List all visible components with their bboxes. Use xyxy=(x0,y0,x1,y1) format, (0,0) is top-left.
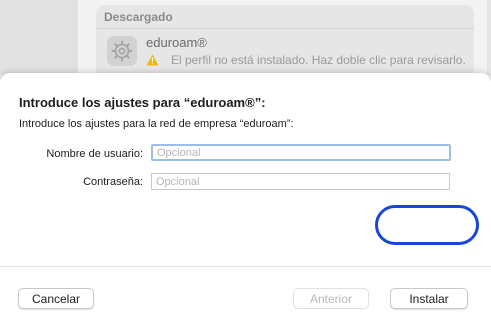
gear-icon[interactable] xyxy=(107,36,137,66)
install-highlight-ring xyxy=(375,205,479,245)
username-field[interactable] xyxy=(151,144,451,161)
sheet-title: Introduce los ajustes para “eduroam®”: xyxy=(19,95,266,110)
scrollbar-track xyxy=(487,0,491,75)
username-label: Nombre de usuario: xyxy=(46,148,143,160)
sidebar-background xyxy=(0,0,78,75)
warning-triangle-icon xyxy=(146,54,159,66)
profile-status: El perfil no está instalado. Haz doble c… xyxy=(171,53,466,67)
profile-name[interactable]: eduroam® xyxy=(146,35,207,50)
footer-separator xyxy=(0,266,491,267)
divider xyxy=(96,28,474,29)
section-title: Descargado xyxy=(104,10,173,24)
sheet-description: Introduce los ajustes para la red de emp… xyxy=(19,118,294,130)
settings-sheet: Introduce los ajustes para “eduroam®”: I… xyxy=(0,73,491,327)
install-button[interactable]: Instalar xyxy=(390,288,468,309)
password-label: Contraseña: xyxy=(83,176,143,188)
cancel-button[interactable]: Cancelar xyxy=(18,288,94,309)
password-field[interactable] xyxy=(151,173,450,190)
previous-button[interactable]: Anterior xyxy=(293,288,369,309)
